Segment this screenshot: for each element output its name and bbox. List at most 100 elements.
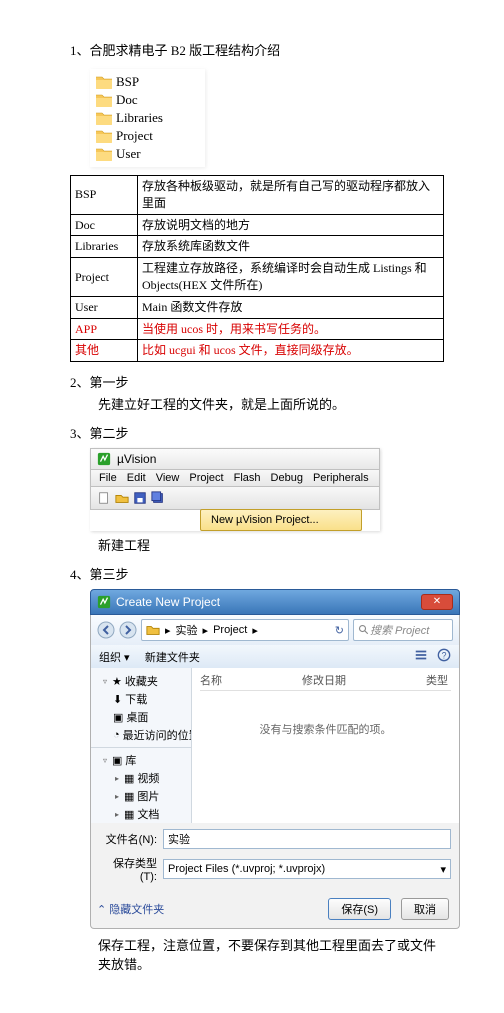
uvision-menu-item-new-project[interactable]: New µVision Project...: [200, 509, 362, 531]
closing-text: 保存工程，注意位置，不要保存到其他工程里面去了或文件夹放错。: [98, 935, 444, 973]
nav-pictures[interactable]: ▸▦ 图片: [91, 787, 191, 805]
breadcrumb[interactable]: ▸ 实验 ▸ Project ▸ ↻: [141, 619, 349, 641]
hide-folders-button[interactable]: ⌃隐藏文件夹: [97, 901, 164, 917]
nav-recent[interactable]: ◔ 最近访问的位置: [91, 726, 191, 744]
uvision-menu-item[interactable]: Edit: [127, 472, 146, 484]
save-button[interactable]: 保存(S): [328, 898, 391, 920]
step-1-label: 2、第一步: [70, 372, 444, 391]
nav-favorites[interactable]: ▿★ 收藏夹: [91, 672, 191, 690]
folder-icon: [96, 147, 112, 161]
table-cell-name: APP: [71, 318, 138, 340]
col-type[interactable]: 类型: [426, 672, 448, 688]
nav-downloads[interactable]: ⬇ 下载: [91, 690, 191, 708]
breadcrumb-seg-2: ▸: [203, 624, 209, 637]
save-icon[interactable]: [133, 491, 147, 505]
folder-row[interactable]: BSP: [90, 73, 205, 91]
breadcrumb-seg-4: ▸: [252, 624, 258, 637]
table-cell-desc: 比如 ucgui 和 ucos 文件，直接同级存放。: [138, 340, 444, 362]
back-button[interactable]: [97, 621, 115, 639]
section-1-heading: 1、合肥求精电子 B2 版工程结构介绍: [70, 40, 444, 59]
nav-videos[interactable]: ▸▦ 视频: [91, 769, 191, 787]
view-icon[interactable]: [414, 648, 428, 662]
savetype-select[interactable]: Project Files (*.uvproj; *.uvprojx) ▾: [163, 859, 451, 879]
folder-label: BSP: [116, 74, 139, 90]
uvision-toolbar: [90, 486, 380, 510]
new-file-icon[interactable]: [97, 491, 111, 505]
svg-text:?: ?: [442, 651, 447, 661]
organize-button[interactable]: 组织 ▾: [99, 652, 130, 664]
uvision-menu-item[interactable]: View: [156, 472, 180, 484]
chevron-down-icon: ▾: [440, 863, 446, 876]
table-cell-desc: 存放系统库函数文件: [138, 236, 444, 258]
cancel-button[interactable]: 取消: [401, 898, 449, 920]
folder-icon: [96, 75, 112, 89]
new-folder-button[interactable]: 新建文件夹: [145, 652, 200, 664]
folder-icon: [96, 129, 112, 143]
col-name[interactable]: 名称: [200, 672, 222, 688]
uvision-menu-item[interactable]: Peripherals: [313, 472, 369, 484]
folder-row[interactable]: Libraries: [90, 109, 205, 127]
dialog-fields: 文件名(N): 实验 保存类型(T): Project Files (*.uvp…: [90, 823, 460, 893]
nav-libraries[interactable]: ▿▣ 库: [91, 751, 191, 769]
table-cell-desc: 存放各种板级驱动，就是所有自己写的驱动程序都放入里面: [138, 176, 444, 215]
folder-label: Project: [116, 128, 153, 144]
empty-message: 没有与搜索条件匹配的项。: [200, 721, 451, 737]
nav-desktop[interactable]: ▣ 桌面: [91, 708, 191, 726]
column-headers[interactable]: 名称 修改日期 类型: [200, 672, 451, 691]
savetype-label: 保存类型(T):: [99, 855, 157, 883]
uvision-titlebar: µVision: [90, 448, 380, 469]
folder-icon: [96, 111, 112, 125]
uvision-title-text: µVision: [117, 452, 156, 466]
col-date[interactable]: 修改日期: [302, 672, 346, 688]
forward-button[interactable]: [119, 621, 137, 639]
table-row: BSP存放各种板级驱动，就是所有自己写的驱动程序都放入里面: [71, 176, 444, 215]
table-row: UserMain 函数文件存放: [71, 296, 444, 318]
dialog-body: ▿★ 收藏夹 ⬇ 下载 ▣ 桌面 ◔ 最近访问的位置 ▿▣ 库 ▸▦ 视频 ▸▦…: [90, 668, 460, 823]
uvision-menubar: File Edit View Project Flash Debug Peripherals: [90, 469, 380, 486]
table-cell-desc: 存放说明文档的地方: [138, 214, 444, 236]
folder-row[interactable]: Doc: [90, 91, 205, 109]
dialog-address-bar: ▸ 实验 ▸ Project ▸ ↻ 搜索 Project: [90, 615, 460, 645]
dialog-app-icon: [97, 595, 111, 609]
open-icon[interactable]: [115, 491, 129, 505]
folder-label: Libraries: [116, 110, 163, 126]
save-all-icon[interactable]: [151, 491, 165, 505]
table-cell-name: User: [71, 296, 138, 318]
uvision-menu-item[interactable]: Debug: [271, 472, 303, 484]
close-button[interactable]: ✕: [421, 594, 453, 610]
folder-row[interactable]: User: [90, 145, 205, 163]
breadcrumb-seg-1[interactable]: 实验: [176, 622, 198, 638]
table-cell-name: BSP: [71, 176, 138, 215]
table-row: Libraries存放系统库函数文件: [71, 236, 444, 258]
table-cell-desc: Main 函数文件存放: [138, 296, 444, 318]
uvision-window: µVision File Edit View Project Flash Debug Per…: [90, 448, 380, 531]
breadcrumb-seg-3[interactable]: Project: [213, 624, 247, 636]
file-list-panel: 名称 修改日期 类型 没有与搜索条件匹配的项。: [192, 668, 459, 823]
table-cell-desc: 工程建立存放路径，系统编译时会自动生成 Listings 和 Objects(H…: [138, 258, 444, 297]
table-row: Doc存放说明文档的地方: [71, 214, 444, 236]
search-input[interactable]: 搜索 Project: [353, 619, 453, 641]
uvision-app-icon: [97, 452, 111, 466]
step-2-caption: 新建工程: [98, 535, 444, 554]
search-icon: [358, 624, 370, 636]
filename-label: 文件名(N):: [99, 831, 157, 847]
filename-input[interactable]: 实验: [163, 829, 451, 849]
refresh-icon[interactable]: ↻: [335, 624, 344, 637]
uvision-menu-item[interactable]: Project: [189, 472, 223, 484]
help-icon[interactable]: ?: [437, 648, 451, 662]
folder-row[interactable]: Project: [90, 127, 205, 145]
nav-panel: ▿★ 收藏夹 ⬇ 下载 ▣ 桌面 ◔ 最近访问的位置 ▿▣ 库 ▸▦ 视频 ▸▦…: [91, 668, 192, 823]
table-row: APP当使用 ucos 时，用来书写任务的。: [71, 318, 444, 340]
uvision-menu-item[interactable]: Flash: [234, 472, 261, 484]
dialog-titlebar: Create New Project ✕: [90, 589, 460, 615]
table-cell-desc: 当使用 ucos 时，用来书写任务的。: [138, 318, 444, 340]
breadcrumb-seg-0: ▸: [165, 624, 171, 637]
search-placeholder: 搜索 Project: [370, 622, 429, 638]
folder-list: BSPDocLibraries ProjectUser: [90, 69, 205, 167]
uvision-menu-item[interactable]: File: [99, 472, 117, 484]
dialog-footer: ⌃隐藏文件夹 保存(S) 取消: [90, 893, 460, 929]
table-cell-name: Libraries: [71, 236, 138, 258]
step-3-label: 4、第三步: [70, 564, 444, 583]
table-row: Project工程建立存放路径，系统编译时会自动生成 Listings 和 Ob…: [71, 258, 444, 297]
nav-documents[interactable]: ▸▦ 文档: [91, 805, 191, 823]
